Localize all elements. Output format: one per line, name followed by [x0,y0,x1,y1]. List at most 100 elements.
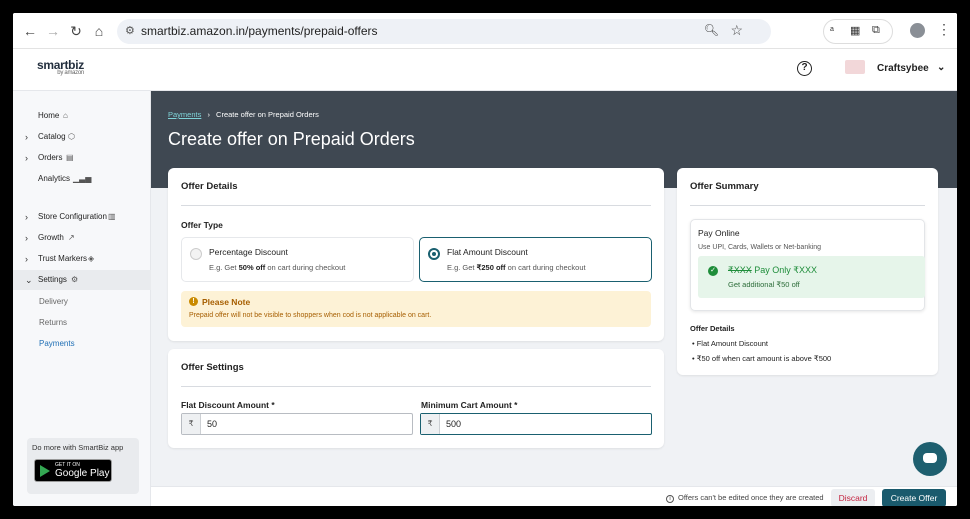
radio-button-selected[interactable] [428,248,440,260]
profile-avatar-icon[interactable] [910,23,925,38]
summary-bullet: • ₹50 off when cart amount is above ₹500 [692,354,832,363]
home-icon[interactable]: ⌂ [90,22,108,40]
gplay-big-text: Google Play [55,468,110,479]
url-text[interactable]: smartbiz.amazon.in/payments/prepaid-offe… [141,24,378,38]
option-title: Flat Amount Discount [447,247,528,257]
extension-icon[interactable]: a [830,26,834,33]
site-settings-icon[interactable]: ⚙ [125,24,135,37]
trend-up-icon: ↗ [68,233,75,242]
browser-toolbar: ← → ↻ ⌂ ⚙ smartbiz.amazon.in/payments/pr… [13,13,957,49]
forward-icon[interactable]: → [44,22,62,40]
chevron-right-icon: › [25,233,28,243]
offer-details-heading: Offer Details [690,324,735,333]
please-note-banner: ! Please Note Prepaid offer will not be … [181,291,651,327]
pay-online-subtitle: Use UPI, Cards, Wallets or Net-banking [698,244,822,251]
account-name: Craftsybee [877,63,929,74]
bar-chart-icon: ▁▃▅ [73,174,92,183]
google-play-badge[interactable]: GET IT ON Google Play [34,459,112,482]
footer-info: i Offers can't be edited once they are cr… [666,493,824,503]
flat-discount-value[interactable]: 50 [207,419,217,429]
min-cart-label: Minimum Cart Amount * [421,400,518,410]
reload-icon[interactable]: ↻ [67,22,85,40]
chevron-right-icon: › [25,153,28,163]
chevron-right-icon: › [25,132,28,142]
info-icon: ! [189,297,198,306]
sidebar-subitem-delivery[interactable]: Delivery [39,297,68,306]
main-content: Payments › Create offer on Prepaid Order… [151,91,957,506]
chat-support-button[interactable] [913,442,947,476]
offer-settings-card: Offer Settings Flat Discount Amount * ₹ … [168,349,664,448]
breadcrumb: Payments › Create offer on Prepaid Order… [168,110,319,119]
option-description: E.g. Get 50% off on cart during checkout [209,263,346,272]
summary-bullet: • Flat Amount Discount [692,339,769,348]
option-description: E.g. Get ₹250 off on cart during checkou… [447,263,586,272]
additional-discount-text: Get additional ₹50 off [728,280,800,289]
app-promo-card: Do more with SmartBiz app GET IT ON Goog… [27,438,139,494]
sidebar-item-label: Orders [38,153,63,162]
create-offer-button[interactable]: Create Offer [882,489,946,506]
price-line: ₹XXX Pay Only ₹XXX [728,265,818,275]
rupee-icon: ₹ [182,414,201,434]
extension-store-icon[interactable]: ▦ [850,24,860,37]
option-title: Percentage Discount [209,247,288,257]
browser-menu-icon[interactable]: ⋮ [937,21,951,38]
sidebar-item-trust-markers[interactable]: › Trust Markers ◈ [13,249,151,269]
store-icon: ▥ [108,212,116,221]
promo-text: Do more with SmartBiz app [32,443,124,452]
option-percentage-discount[interactable]: Percentage Discount E.g. Get 50% off on … [181,237,414,282]
card-title: Offer Summary [690,181,759,192]
cube-icon: ⬡ [68,132,75,141]
smartbiz-logo[interactable]: smartbiz by amazon [37,58,84,76]
offer-summary-card: Offer Summary Pay Online Use UPI, Cards,… [677,168,938,375]
sidebar-subitem-returns[interactable]: Returns [39,318,67,327]
radio-button[interactable] [190,248,202,260]
sidebar-item-label: Home [38,111,60,120]
sidebar-subitem-payments[interactable]: Payments [39,339,75,348]
sidebar-item-settings[interactable]: ⌄ Settings ⚙ [13,270,151,290]
breadcrumb-current: Create offer on Prepaid Orders [216,110,319,119]
card-title: Offer Settings [181,362,244,373]
min-cart-value[interactable]: 500 [446,419,461,429]
gear-icon: ⚙ [71,275,79,284]
back-icon[interactable]: ← [21,22,39,40]
sidebar-item-growth[interactable]: › Growth ↗ [13,228,151,248]
sidebar-item-orders[interactable]: › Orders ▤ [13,148,151,168]
sidebar: Home ⌂ › Catalog ⬡ › Orders ▤ Analytics … [13,91,151,506]
flat-discount-label: Flat Discount Amount * [181,400,275,410]
divider [181,205,651,206]
home-icon: ⌂ [63,111,68,120]
note-title: Please Note [202,297,251,307]
sidebar-item-label: Trust Markers [38,254,88,263]
browser-window: ← → ↻ ⌂ ⚙ smartbiz.amazon.in/payments/pr… [13,13,957,506]
sidebar-item-label: Catalog [38,132,66,141]
address-bar[interactable]: ⚙ smartbiz.amazon.in/payments/prepaid-of… [117,19,771,44]
sidebar-item-label: Settings [38,275,67,284]
discount-preview: ✓ ₹XXX Pay Only ₹XXX Get additional ₹50 … [698,256,925,298]
sidebar-item-store-configuration[interactable]: › Store Configuration ▥ [13,207,151,227]
help-icon[interactable]: ? [797,61,812,76]
sidebar-item-label: Store Configuration [38,212,107,221]
divider [690,205,925,206]
option-flat-amount-discount[interactable]: Flat Amount Discount E.g. Get ₹250 off o… [419,237,652,282]
bookmark-star-icon[interactable]: ☆ [730,22,743,39]
footer-action-bar: i Offers can't be edited once they are cr… [151,486,957,506]
sidebar-item-home[interactable]: Home ⌂ [13,106,151,126]
discard-button[interactable]: Discard [831,489,875,506]
screenshot-frame: ← → ↻ ⌂ ⚙ smartbiz.amazon.in/payments/pr… [0,0,970,519]
min-cart-input[interactable]: ₹ 500 [420,413,652,435]
offer-details-card: Offer Details Offer Type Percentage Disc… [168,168,664,341]
extensions-group: a ▦ ⧉ [823,19,893,44]
sidebar-item-analytics[interactable]: Analytics ▁▃▅ [13,169,151,189]
flat-discount-input[interactable]: ₹ 50 [181,413,413,435]
puzzle-icon[interactable]: ⧉ [872,24,880,37]
offer-type-label: Offer Type [181,220,223,230]
sidebar-item-label: Analytics [38,174,71,183]
check-circle-icon: ✓ [708,266,718,276]
divider [181,386,651,387]
zoom-icon[interactable]: 🔍︎ [704,23,719,37]
play-store-icon [40,465,50,477]
app-header: smartbiz by amazon ? Craftsybee ⌄ [13,49,957,91]
breadcrumb-link-payments[interactable]: Payments [168,110,201,119]
sidebar-item-catalog[interactable]: › Catalog ⬡ [13,127,151,147]
store-avatar [845,60,865,74]
